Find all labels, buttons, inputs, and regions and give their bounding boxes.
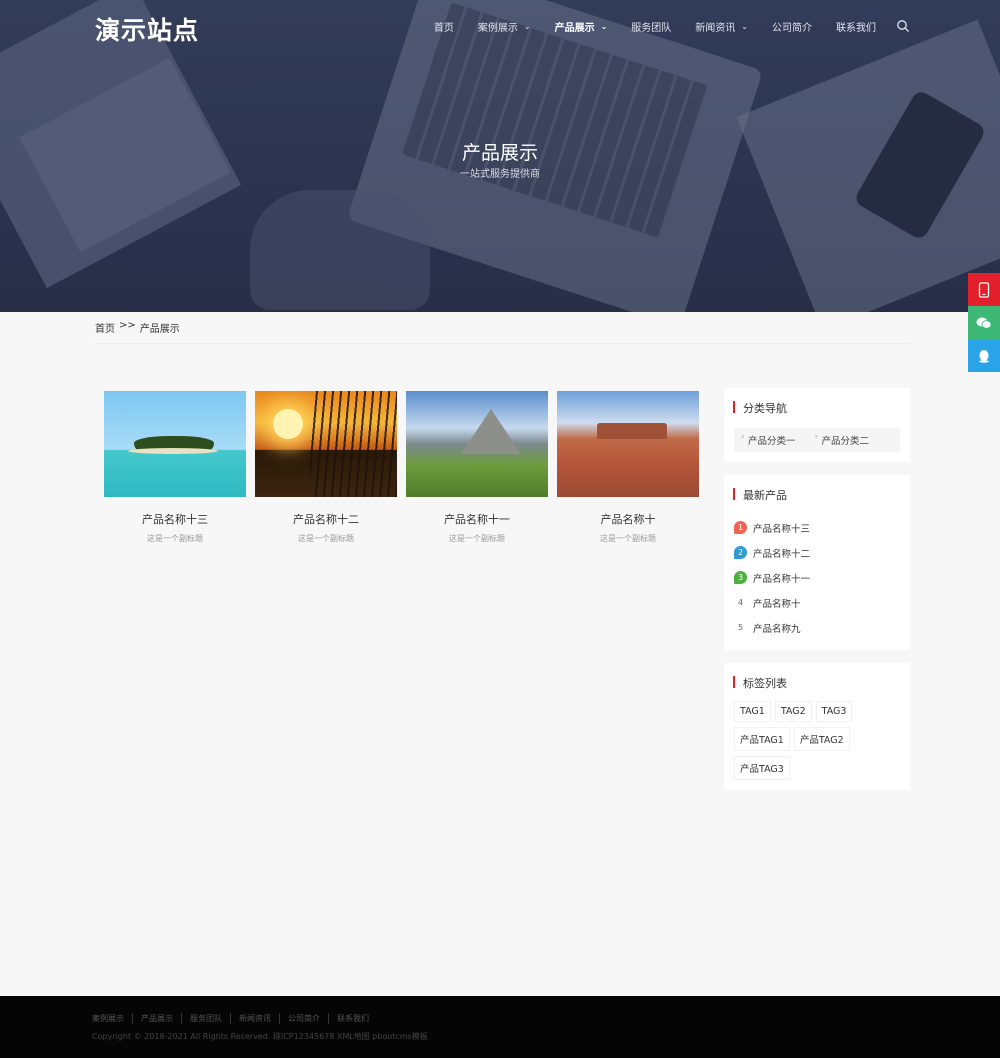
product-title[interactable]: 产品名称十一 [406, 511, 548, 527]
footer-link[interactable]: 公司简介 [279, 1013, 328, 1024]
nav-item-cases[interactable]: 案例展示 ⌄ [466, 19, 543, 34]
product-card[interactable]: 产品名称十 这是一个副标题 [557, 391, 699, 544]
footer-link[interactable]: 案例展示 [92, 1013, 132, 1024]
tag-link[interactable]: 产品TAG1 [734, 727, 790, 751]
product-subtitle: 这是一个副标题 [147, 534, 203, 543]
product-card[interactable]: 产品名称十二 这是一个副标题 [255, 391, 397, 544]
rank-badge: 5 [737, 623, 744, 632]
footer-link[interactable]: 产品展示 [132, 1013, 181, 1024]
footer-link[interactable]: 新闻资讯 [230, 1013, 279, 1024]
product-title[interactable]: 产品名称十三 [104, 511, 246, 527]
side-contact-buttons [968, 273, 1000, 372]
search-icon[interactable] [896, 19, 910, 33]
category-nav-card: 分类导航 产品分类一 产品分类二 [724, 388, 910, 462]
category-item[interactable]: 产品分类二 [815, 432, 869, 447]
nav-label: 首页 [433, 22, 454, 34]
category-item[interactable]: 产品分类一 [741, 432, 795, 447]
nav-label: 联系我们 [836, 22, 876, 34]
product-image[interactable] [557, 391, 699, 497]
latest-product-label[interactable]: 产品名称十二 [753, 546, 810, 560]
divider [95, 343, 910, 344]
category-list: 产品分类一 产品分类二 [734, 428, 900, 452]
qq-button[interactable] [968, 339, 1000, 372]
tag-link[interactable]: 产品TAG3 [734, 756, 790, 780]
site-logo[interactable]: 演示站点 [95, 11, 199, 47]
main-nav: 首页 案例展示 ⌄ 产品展示 ⌄ 服务团队 新闻资讯 ⌄ 公司简介 联系我们 [422, 0, 910, 52]
product-card[interactable]: 产品名称十一 这是一个副标题 [406, 391, 548, 544]
sidebar: 分类导航 产品分类一 产品分类二 最新产品 1产品名称十三 2产品名称十二 3产… [724, 388, 910, 803]
breadcrumb-separator: >> [119, 320, 136, 331]
rank-badge: 4 [737, 598, 744, 607]
product-title[interactable]: 产品名称十 [557, 511, 699, 527]
chevron-down-icon: ⌄ [741, 21, 748, 31]
tag-link[interactable]: TAG2 [774, 701, 812, 722]
latest-product-item[interactable]: 1 产品名称十三 [734, 515, 900, 540]
breadcrumb-home[interactable]: 首页 [95, 320, 115, 335]
footer-link[interactable]: 服务团队 [181, 1013, 230, 1024]
product-image[interactable] [406, 391, 548, 497]
rank-badge: 3 [734, 571, 747, 584]
tag-link[interactable]: 产品TAG2 [793, 727, 850, 751]
latest-product-label[interactable]: 产品名称十 [753, 596, 801, 610]
product-card[interactable]: 产品名称十三 这是一个副标题 [104, 391, 246, 544]
card-title: 分类导航 [733, 400, 900, 416]
latest-product-item[interactable]: 4 产品名称十 [734, 590, 900, 615]
nav-item-team[interactable]: 服务团队 [619, 19, 683, 34]
nav-label: 服务团队 [631, 22, 672, 34]
breadcrumb: 首页 >> 产品展示 [95, 320, 180, 335]
rank-badge: 1 [734, 521, 747, 534]
nav-item-news[interactable]: 新闻资讯 ⌄ [683, 19, 760, 34]
latest-product-label[interactable]: 产品名称十三 [753, 521, 810, 535]
nav-item-about[interactable]: 公司简介 [760, 19, 824, 34]
tag-link[interactable]: TAG3 [815, 701, 853, 722]
copyright-text: Copyright © 2018-2021 All Rights Reserve… [92, 1032, 428, 1041]
page-subtitle: 一站式服务提供商 [460, 169, 540, 180]
rank-badge: 2 [734, 546, 747, 559]
phone-button[interactable] [968, 273, 1000, 306]
chevron-down-icon: ⌄ [523, 21, 531, 31]
nav-label: 新闻资讯 [695, 22, 736, 34]
latest-product-item[interactable]: 5 产品名称九 [734, 615, 900, 640]
product-title[interactable]: 产品名称十二 [255, 511, 397, 527]
latest-product-list: 1 产品名称十三 2 产品名称十二 3 产品名称十一 4 产品名称十 5 产品名称九 [734, 515, 900, 640]
product-subtitle: 这是一个副标题 [449, 534, 505, 543]
breadcrumb-current[interactable]: 产品展示 [140, 320, 180, 335]
chevron-down-icon: ⌄ [600, 21, 608, 31]
product-grid: 产品名称十三 这是一个副标题 产品名称十二 这是一个副标题 产品名称十一 这是一… [104, 391, 699, 544]
footer-link[interactable]: 联系我们 [328, 1013, 377, 1024]
hero-banner: 演示站点 首页 案例展示 ⌄ 产品展示 ⌄ 服务团队 新闻资讯 ⌄ 公司简介 联系我们… [0, 0, 1000, 312]
nav-item-products[interactable]: 产品展示 ⌄ [543, 19, 620, 34]
wechat-button[interactable] [968, 306, 1000, 339]
footer-links: 案例展示 产品展示 服务团队 新闻资讯 公司简介 联系我们 [92, 1013, 377, 1024]
nav-item-home[interactable]: 首页 [422, 19, 466, 34]
nav-label: 产品展示 [554, 22, 595, 34]
nav-item-contact[interactable]: 联系我们 [824, 19, 888, 34]
latest-product-item[interactable]: 2 产品名称十二 [734, 540, 900, 565]
wechat-icon [976, 317, 992, 329]
latest-product-label[interactable]: 产品名称九 [753, 621, 801, 635]
card-title: 标签列表 [733, 675, 900, 691]
tag-list: TAG1 TAG2 TAG3 产品TAG1 产品TAG2 产品TAG3 [734, 701, 900, 780]
nav-label: 案例展示 [477, 22, 518, 34]
qq-icon [979, 349, 989, 363]
page-title: 产品展示 [461, 142, 538, 164]
nav-label: 公司简介 [772, 22, 812, 34]
product-image[interactable] [104, 391, 246, 497]
product-subtitle: 这是一个副标题 [600, 534, 656, 543]
latest-product-label[interactable]: 产品名称十一 [753, 571, 810, 585]
latest-products-card: 最新产品 1 产品名称十三 2 产品名称十二 3 产品名称十一 4 产品名称十 5 产品名… [724, 475, 910, 650]
footer: 案例展示 产品展示 服务团队 新闻资讯 公司简介 联系我们 Copyright … [0, 996, 1000, 1058]
tag-list-card: 标签列表 TAG1 TAG2 TAG3 产品TAG1 产品TAG2 产品TAG3 [724, 663, 910, 790]
card-title: 最新产品 [733, 487, 900, 503]
product-image[interactable] [255, 391, 397, 497]
tag-link[interactable]: TAG1 [734, 701, 771, 722]
latest-product-item[interactable]: 3 产品名称十一 [734, 565, 900, 590]
phone-icon [978, 281, 990, 298]
product-subtitle: 这是一个副标题 [298, 534, 354, 543]
